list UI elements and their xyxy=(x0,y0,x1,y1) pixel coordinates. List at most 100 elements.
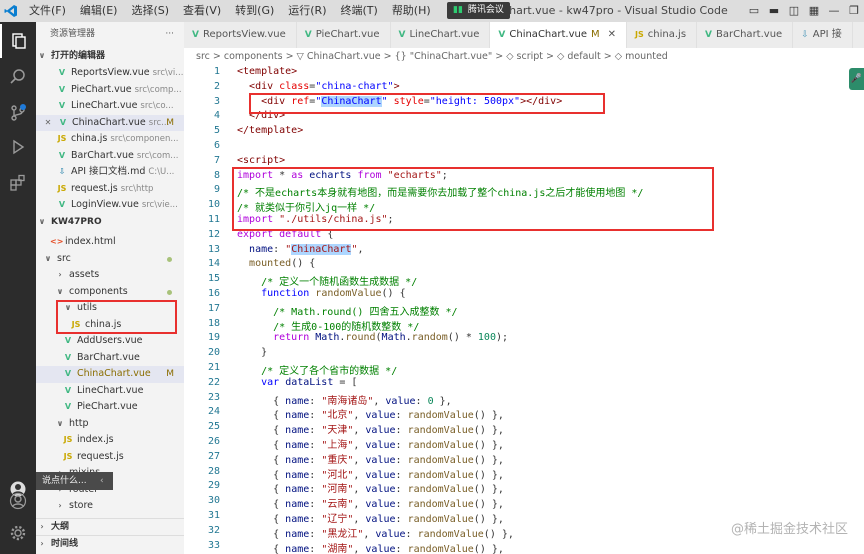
comment-tooltip[interactable]: 说点什么... ‹ xyxy=(36,472,113,490)
watermark: @稀土掘金技术社区 xyxy=(730,522,848,537)
more-actions-icon[interactable]: ··· xyxy=(165,22,174,46)
open-editor-item[interactable]: V LoginView.vue src\vie... xyxy=(36,197,184,214)
tree-folder[interactable]: › store xyxy=(36,498,184,515)
code-line: } xyxy=(237,347,268,359)
open-editor-item[interactable]: JS request.js src\http xyxy=(36,181,184,198)
menu-bar: 文件(F) 编辑(E) 选择(S) 查看(V) 转到(G) 运行(R) 终端(T… xyxy=(22,0,438,22)
explorer-icon[interactable] xyxy=(0,24,36,58)
tree-item[interactable]: JS index.js xyxy=(36,432,184,449)
code-line: <div class="china-chart"> xyxy=(249,80,400,92)
chevron-down-icon: ∨ xyxy=(56,418,64,428)
chevron-down-icon: ∨ xyxy=(44,253,52,263)
microphone-icon[interactable]: 🎤 xyxy=(849,68,864,90)
breadcrumb[interactable]: src > components > ▽ ChinaChart.vue > {}… xyxy=(184,48,864,66)
search-icon[interactable] xyxy=(0,60,36,94)
tree-item-active[interactable]: V ChinaChart.vue M xyxy=(36,366,184,383)
line-number: 1 xyxy=(213,66,220,77)
tree-item[interactable]: <> index.html xyxy=(36,234,184,251)
panel-icon[interactable]: ▬ xyxy=(764,0,784,22)
vue-file-icon: V xyxy=(64,369,72,378)
chevron-down-icon: ∨ xyxy=(56,286,64,296)
extensions-icon[interactable] xyxy=(0,166,36,200)
vue-file-icon: V xyxy=(64,385,72,395)
close-icon[interactable]: ✕ xyxy=(608,22,616,48)
open-editor-item[interactable]: JS china.js src\componen... xyxy=(36,131,184,148)
menu-go[interactable]: 转到(G) xyxy=(228,0,281,22)
tree-folder[interactable]: › assets xyxy=(36,267,184,284)
line-number: 17 xyxy=(207,302,220,314)
open-editor-item[interactable]: V LineChart.vue src\co... xyxy=(36,98,184,115)
line-number: 22 xyxy=(207,376,220,388)
tree-item[interactable]: V LineChart.vue xyxy=(36,383,184,400)
code-line: <div ref="ChinaChart" style="height: 500… xyxy=(261,95,563,107)
project-header[interactable]: ∨ KW47PRO xyxy=(36,214,184,231)
line-number: 5 xyxy=(213,125,220,137)
modified-badge: M xyxy=(166,117,174,128)
tab-barchart[interactable]: V BarChart.vue xyxy=(697,22,794,48)
tab-reportsview[interactable]: V ReportsView.vue xyxy=(184,22,297,48)
code-line: function randomValue() { xyxy=(261,288,406,299)
vue-file-icon: V xyxy=(58,150,66,160)
menu-help[interactable]: 帮助(H) xyxy=(385,0,438,22)
js-file-icon: JS xyxy=(71,319,81,329)
menu-terminal[interactable]: 终端(T) xyxy=(334,0,385,22)
settings-gear-icon[interactable] xyxy=(0,516,36,550)
open-editor-item[interactable]: V BarChart.vue src\com... xyxy=(36,148,184,165)
chevron-down-icon: ∨ xyxy=(64,303,72,312)
split-icon[interactable]: ◫ xyxy=(784,0,804,22)
tree-item[interactable]: JS request.js xyxy=(36,449,184,466)
line-number: 24 xyxy=(207,406,220,418)
tree-item[interactable]: JS china.js xyxy=(36,317,184,334)
menu-run[interactable]: 运行(R) xyxy=(281,0,333,22)
code-line: { name: "天津", value: randomValue() }, xyxy=(237,425,504,437)
layout-grid-icon[interactable]: ▦ xyxy=(804,0,824,22)
tree-folder[interactable]: ∨ http xyxy=(36,416,184,433)
line-number: 18 xyxy=(207,317,220,329)
code-line: <template> xyxy=(237,66,298,77)
source-control-icon[interactable] xyxy=(0,96,36,130)
menu-view[interactable]: 查看(V) xyxy=(176,0,228,22)
close-icon[interactable]: ✕ xyxy=(42,115,54,132)
tree-folder[interactable]: ∨ components xyxy=(36,284,184,301)
tree-item[interactable]: V PieChart.vue xyxy=(36,399,184,416)
code-line: { name: "辽宁", value: randomValue() }, xyxy=(237,514,504,525)
tree-folder[interactable]: ∨ utils xyxy=(36,300,184,317)
line-number: 4 xyxy=(213,110,220,122)
code-line: /* 定义了各个省市的数据 */ xyxy=(261,366,398,377)
menu-edit[interactable]: 编辑(E) xyxy=(73,0,125,22)
code-line: /* 生成0-100的随机数整数 */ xyxy=(273,321,420,333)
vue-file-icon: V xyxy=(58,68,66,77)
accounts-icon[interactable] xyxy=(0,484,36,518)
code-line: name: "ChinaChart", xyxy=(249,243,364,255)
explorer-title: 资源管理器 ··· xyxy=(36,22,184,46)
tree-item[interactable]: V AddUsers.vue xyxy=(36,333,184,350)
open-editor-item[interactable]: V ReportsView.vue src\vi... xyxy=(36,65,184,82)
tab-api-doc[interactable]: ⇩ API 接 xyxy=(793,22,853,48)
code-line: /* 不是echarts本身就有地图，而是需要你去加载了整个china.js之后… xyxy=(237,188,644,200)
tab-piechart[interactable]: V PieChart.vue xyxy=(297,22,391,48)
tab-chinachart[interactable]: V ChinaChart.vue M ✕ xyxy=(490,22,628,48)
meeting-indicator[interactable]: ▮▮ 腾讯会议 xyxy=(447,2,510,19)
code-line: export default { xyxy=(237,228,334,240)
run-debug-icon[interactable] xyxy=(0,130,36,164)
code-editor[interactable]: 1 2 3 4 5 6 7 8 9 10 11 12 13 14 15 16 17 18 19 20 21 22 23 24 2… xyxy=(184,66,864,554)
menu-file[interactable]: 文件(F) xyxy=(22,0,73,22)
open-editors-header[interactable]: ∨ 打开的编辑器 xyxy=(36,48,184,65)
minimize-icon[interactable]: — xyxy=(824,0,844,22)
tab-china-js[interactable]: JS china.js xyxy=(627,22,698,48)
layout-icon[interactable]: ▭ xyxy=(744,0,764,22)
open-editor-item[interactable]: V PieChart.vue src\comp... xyxy=(36,82,184,99)
code-line: /* 就类似于你引入jq一样 */ xyxy=(237,203,376,215)
explorer-title-text: 资源管理器 xyxy=(50,29,96,39)
maximize-icon[interactable]: ❐ xyxy=(844,0,864,22)
open-editor-item-active[interactable]: ✕ V ChinaChart.vue src... M xyxy=(36,114,184,132)
menu-selection[interactable]: 选择(S) xyxy=(124,0,176,22)
tab-linechart[interactable]: V LineChart.vue xyxy=(391,22,491,48)
tree-item[interactable]: V BarChart.vue xyxy=(36,350,184,367)
outline-header[interactable]: › 大纲 xyxy=(36,518,184,535)
timeline-header[interactable]: › 时间线 xyxy=(36,535,184,552)
code-line: import "./utils/china.js"; xyxy=(237,214,394,225)
tree-folder[interactable]: ∨ src xyxy=(36,251,184,268)
open-editor-item[interactable]: ⇩ API 接口文档.md C:\U... xyxy=(36,164,184,181)
window-controls: ▭ ▬ ◫ ▦ — ❐ xyxy=(744,0,864,22)
